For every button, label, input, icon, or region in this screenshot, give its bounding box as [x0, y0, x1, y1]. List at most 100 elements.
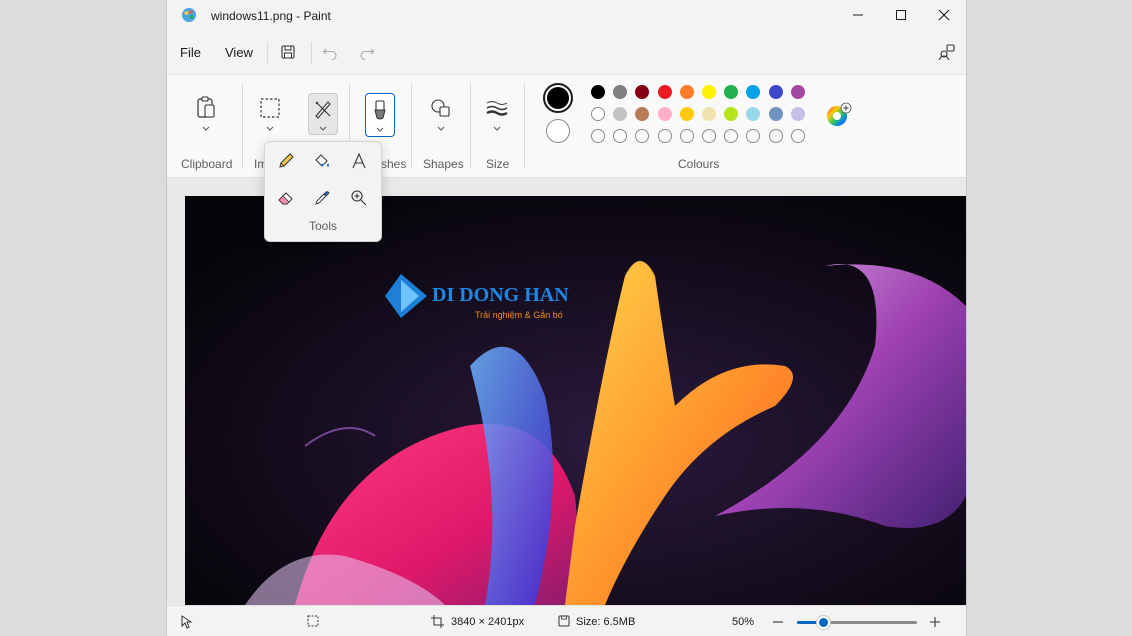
colour-swatch[interactable] — [768, 107, 783, 121]
close-button[interactable] — [922, 0, 966, 30]
clipboard-icon — [197, 96, 215, 118]
colour-swatch[interactable] — [613, 107, 628, 121]
group-label-brushes: shes — [381, 157, 407, 171]
paint-window: windows11.png - Paint File View Clipboar… — [166, 0, 967, 636]
colour-swatch[interactable] — [790, 107, 805, 121]
brushes-button[interactable] — [365, 93, 395, 137]
zoom-slider-thumb[interactable] — [817, 616, 831, 629]
tools-flyout-label: Tools — [308, 219, 337, 233]
custom-colour-slot[interactable] — [746, 129, 761, 143]
eraser-icon — [278, 192, 293, 205]
undo-icon — [322, 48, 337, 60]
minimize-button[interactable] — [836, 0, 880, 30]
redo-button[interactable] — [355, 41, 379, 63]
custom-colour-slot[interactable] — [702, 129, 716, 143]
custom-colour-slot[interactable] — [724, 129, 739, 143]
file-size-icon — [558, 615, 570, 627]
custom-colour-slot[interactable] — [790, 129, 805, 143]
colour-swatch[interactable] — [657, 107, 672, 121]
custom-colour-slot[interactable] — [768, 129, 783, 143]
zoom-in-button[interactable] — [929, 616, 941, 628]
custom-colour-slot[interactable] — [657, 129, 672, 143]
redo-icon — [360, 48, 375, 60]
group-label-colours: Colours — [678, 157, 720, 171]
undo-button[interactable] — [318, 41, 342, 63]
shapes-button[interactable] — [426, 93, 456, 123]
colour-swatch[interactable] — [679, 85, 694, 99]
pencil-tool[interactable] — [272, 147, 300, 175]
colour-swatch[interactable] — [635, 107, 650, 121]
menu-divider — [267, 42, 268, 64]
colour-swatch[interactable] — [591, 107, 605, 121]
save-icon — [281, 45, 295, 59]
colour-swatch[interactable] — [790, 85, 805, 99]
colour-swatch[interactable] — [702, 85, 716, 99]
custom-colour-slot[interactable] — [635, 129, 650, 143]
file-menu[interactable]: File — [180, 45, 201, 60]
group-divider — [242, 83, 243, 169]
colour-swatch[interactable] — [746, 107, 761, 121]
selection-icon — [260, 98, 280, 118]
colour-swatch[interactable] — [679, 107, 694, 121]
primary-color-swatch[interactable] — [543, 83, 573, 113]
text-tool[interactable] — [345, 147, 373, 175]
group-divider — [470, 83, 471, 169]
windows11-wallpaper-artwork: DI DONG HAN Trải nghiệm & Gắn bó — [185, 196, 966, 605]
colour-swatch[interactable] — [724, 107, 739, 121]
file-size: Size: 6.5MB — [576, 616, 636, 628]
tools-icon — [315, 101, 331, 119]
cursor-position-icon — [181, 615, 193, 629]
zoom-slider[interactable] — [797, 616, 917, 629]
close-icon — [938, 9, 950, 21]
window-title: windows11.png - Paint — [211, 9, 331, 23]
colour-swatch[interactable] — [724, 85, 739, 99]
custom-colour-slot[interactable] — [679, 129, 694, 143]
color-picker-tool[interactable] — [308, 184, 336, 212]
canvas-image[interactable]: DI DONG HAN Trải nghiệm & Gắn bó — [185, 196, 966, 605]
chevron-down-icon — [319, 126, 327, 131]
select-button[interactable] — [255, 93, 285, 123]
colour-swatch[interactable] — [591, 85, 605, 99]
account-share-icon — [938, 44, 955, 61]
magnifier-tool[interactable] — [345, 184, 373, 212]
tools-button[interactable] — [308, 93, 338, 135]
chevron-down-icon[interactable] — [202, 126, 210, 132]
group-label-size: Size — [486, 157, 510, 171]
fill-bucket-icon — [315, 154, 329, 167]
minimize-icon — [853, 14, 863, 16]
title-bar: windows11.png - Paint — [167, 0, 966, 32]
status-bar: 3840 × 2401px Size: 6.5MB 50% — [167, 605, 966, 636]
share-button[interactable] — [935, 41, 959, 63]
colour-swatch[interactable] — [768, 85, 783, 99]
logo-tagline: Trải nghiệm & Gắn bó — [475, 310, 563, 320]
group-label-shapes: Shapes — [423, 157, 464, 171]
colour-swatch[interactable] — [702, 107, 716, 121]
zoom-level: 50% — [732, 616, 755, 628]
logo-text: DI DONG HAN — [432, 284, 569, 306]
edit-colours-button[interactable] — [825, 101, 853, 129]
zoom-out-button[interactable] — [772, 616, 784, 628]
tools-flyout: Tools — [264, 141, 382, 242]
colour-swatch[interactable] — [613, 85, 628, 99]
fill-tool[interactable] — [308, 147, 336, 175]
paint-app-icon — [182, 8, 196, 22]
chevron-down-icon[interactable] — [437, 126, 445, 132]
save-button[interactable] — [276, 41, 300, 63]
chevron-down-icon[interactable] — [493, 126, 501, 132]
eraser-tool[interactable] — [272, 184, 300, 212]
custom-colour-slot[interactable] — [613, 129, 628, 143]
colour-swatch[interactable] — [746, 85, 761, 99]
colour-swatch[interactable] — [657, 85, 672, 99]
maximize-button[interactable] — [879, 0, 923, 30]
size-button[interactable] — [482, 93, 512, 123]
text-icon — [352, 152, 366, 169]
paste-button[interactable] — [191, 93, 221, 123]
selection-size-icon — [307, 615, 319, 627]
secondary-color-swatch[interactable] — [546, 119, 570, 143]
menu-divider — [311, 42, 312, 64]
view-menu[interactable]: View — [225, 45, 253, 60]
chevron-down-icon[interactable] — [266, 126, 274, 132]
canvas-size-icon — [431, 615, 444, 628]
custom-colour-slot[interactable] — [591, 129, 605, 143]
colour-swatch[interactable] — [635, 85, 650, 99]
